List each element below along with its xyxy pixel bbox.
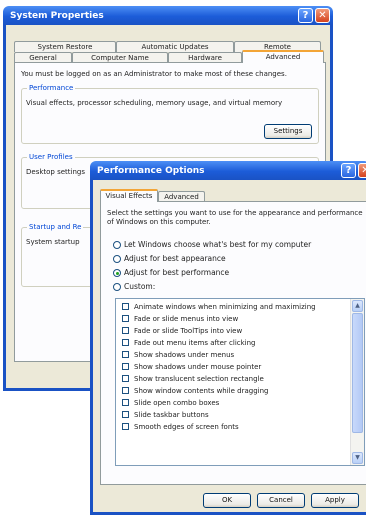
list-item[interactable]: Smooth edges of screen fonts [122, 423, 239, 431]
checkbox[interactable] [122, 387, 129, 394]
radio-button[interactable] [113, 283, 121, 291]
performance-description: Visual effects, processor scheduling, me… [26, 99, 283, 107]
checkbox[interactable] [122, 303, 129, 310]
scroll-down-icon[interactable]: ▼ [352, 452, 363, 464]
radio-let-windows-choose[interactable]: Let Windows choose what's best for my co… [113, 240, 311, 249]
performance-settings-button[interactable]: Settings [264, 124, 312, 139]
radio-custom[interactable]: Custom: [113, 282, 155, 291]
list-item[interactable]: Fade or slide menus into view [122, 315, 238, 323]
list-item[interactable]: Fade out menu items after clicking [122, 339, 256, 347]
scrollbar-thumb[interactable] [352, 313, 363, 433]
checkbox[interactable] [122, 399, 129, 406]
checkbox[interactable] [122, 351, 129, 358]
list-item[interactable]: Animate windows when minimizing and maxi… [122, 303, 316, 311]
list-item[interactable]: Show window contents while dragging [122, 387, 268, 395]
user-profiles-description: Desktop settings [26, 168, 86, 176]
performance-group: Performance Visual effects, processor sc… [21, 84, 319, 144]
system-properties-titlebar[interactable]: System Properties ? ✕ [3, 6, 333, 25]
visual-effects-list[interactable]: Animate windows when minimizing and maxi… [115, 298, 365, 466]
apply-button[interactable]: Apply [311, 493, 359, 508]
close-button[interactable]: ✕ [358, 163, 366, 178]
list-item[interactable]: Slide open combo boxes [122, 399, 219, 407]
list-scrollbar[interactable]: ▲ ▼ [350, 299, 364, 465]
user-profiles-label: User Profiles [27, 153, 75, 161]
scroll-up-icon[interactable]: ▲ [352, 300, 363, 312]
startup-label: Startup and Re [27, 223, 84, 231]
visual-effects-panel: Select the settings you want to use for … [100, 201, 366, 485]
radio-button[interactable] [113, 255, 121, 263]
help-button[interactable]: ? [298, 8, 313, 23]
checkbox[interactable] [122, 411, 129, 418]
window-title: Performance Options [97, 166, 205, 176]
tab-automatic-updates[interactable]: Automatic Updates [116, 41, 234, 52]
startup-description: System startup [26, 238, 80, 246]
radio-button[interactable] [113, 241, 121, 249]
radio-best-performance[interactable]: Adjust for best performance [113, 268, 229, 277]
help-button[interactable]: ? [341, 163, 356, 178]
checkbox[interactable] [122, 363, 129, 370]
checkbox[interactable] [122, 339, 129, 346]
checkbox[interactable] [122, 375, 129, 382]
tab-advanced[interactable]: Advanced [242, 50, 324, 63]
list-item[interactable]: Slide taskbar buttons [122, 411, 209, 419]
radio-best-appearance[interactable]: Adjust for best appearance [113, 254, 226, 263]
list-item[interactable]: Show shadows under menus [122, 351, 234, 359]
radio-button-selected[interactable] [113, 269, 121, 277]
performance-options-titlebar[interactable]: Performance Options ? ✕ [90, 161, 366, 180]
intro-text: Select the settings you want to use for … [107, 209, 363, 226]
admin-note: You must be logged on as an Administrato… [21, 70, 287, 78]
window-title: System Properties [10, 11, 104, 21]
close-button[interactable]: ✕ [315, 8, 330, 23]
list-item[interactable]: Show shadows under mouse pointer [122, 363, 261, 371]
list-item[interactable]: Fade or slide ToolTips into view [122, 327, 242, 335]
tab-system-restore[interactable]: System Restore [14, 41, 116, 52]
checkbox[interactable] [122, 327, 129, 334]
tab-visual-effects[interactable]: Visual Effects [100, 189, 158, 202]
checkbox[interactable] [122, 315, 129, 322]
cancel-button[interactable]: Cancel [257, 493, 305, 508]
performance-options-window: Performance Options ? ✕ Visual Effects A… [90, 161, 366, 515]
checkbox[interactable] [122, 423, 129, 430]
list-item[interactable]: Show translucent selection rectangle [122, 375, 264, 383]
ok-button[interactable]: OK [203, 493, 251, 508]
performance-options-body: Visual Effects Advanced Select the setti… [93, 180, 366, 512]
performance-label: Performance [27, 84, 76, 92]
